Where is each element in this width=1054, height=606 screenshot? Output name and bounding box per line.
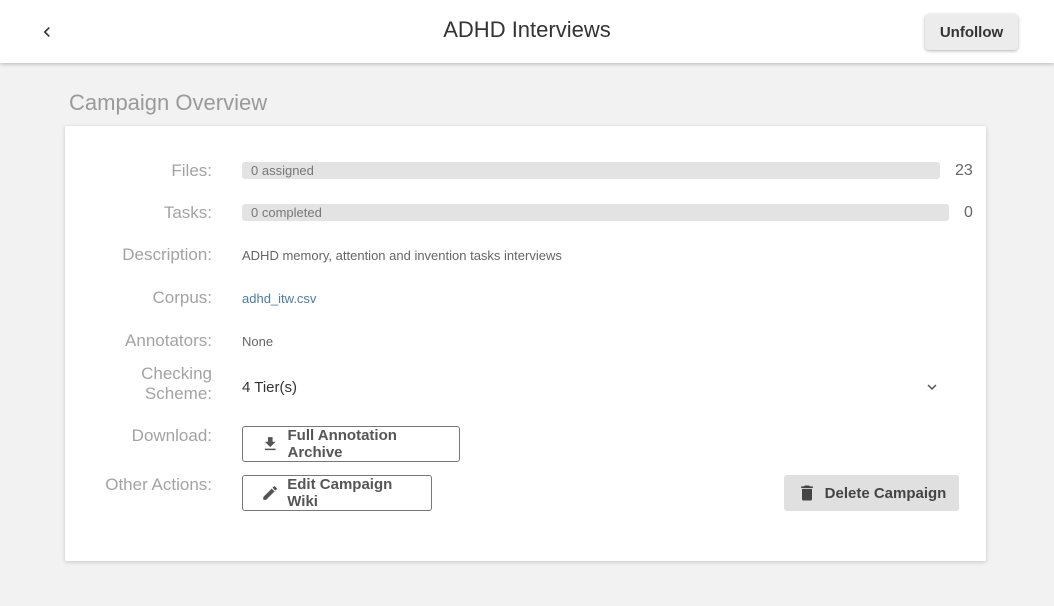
annotators-value: None — [242, 334, 274, 349]
download-label: Download: — [131, 426, 212, 445]
corpus-label: Corpus: — [152, 288, 212, 307]
tasks-label: Tasks: — [163, 203, 212, 222]
checking-scheme-label-line2: Scheme: — [144, 384, 212, 403]
files-total: 23 — [955, 162, 973, 179]
section-title: Campaign Overview — [69, 90, 268, 115]
edit-wiki-label: Edit Campaign Wiki — [287, 476, 393, 510]
page-title: ADHD Interviews — [443, 17, 611, 42]
other-actions-label: Other Actions: — [105, 475, 212, 494]
download-icon — [264, 437, 276, 451]
top-app-bar: ADHD Interviews Unfollow — [0, 0, 1054, 63]
description-value: ADHD memory, attention and invention tas… — [242, 248, 562, 263]
description-label: Description: — [122, 245, 212, 264]
delete-campaign-button[interactable]: Delete Campaign — [784, 475, 959, 511]
annotators-label: Annotators: — [125, 331, 212, 350]
tasks-total: 0 — [964, 204, 973, 221]
files-label: Files: — [171, 161, 212, 180]
campaign-overview-card: Files: 0 assigned 23 Tasks: 0 completed … — [65, 126, 986, 561]
tasks-progress-bar: 0 completed — [242, 204, 949, 221]
checking-scheme-label: Checking Scheme: — [141, 364, 212, 404]
checking-scheme-value: 4 Tier(s) — [242, 378, 298, 396]
files-progress-bar: 0 assigned — [242, 162, 940, 179]
edit-wiki-button[interactable]: Edit Campaign Wiki — [242, 475, 432, 511]
files-progress-text: 0 assigned — [251, 163, 314, 178]
delete-campaign-label: Delete Campaign — [824, 484, 947, 502]
chevron-down-icon — [927, 384, 937, 390]
download-archive-label: Full Annotation Archive — [287, 427, 397, 461]
pencil-icon — [263, 486, 277, 500]
checking-scheme-dropdown[interactable]: 4 Tier(s) — [242, 363, 959, 411]
checking-scheme-label-line1: Checking — [141, 364, 212, 383]
corpus-link[interactable]: adhd_itw.csv — [242, 291, 316, 306]
trash-icon — [800, 485, 813, 501]
unfollow-button[interactable]: Unfollow — [925, 14, 1018, 50]
tasks-progress-text: 0 completed — [251, 205, 322, 220]
download-archive-button[interactable]: Full Annotation Archive — [242, 426, 460, 462]
